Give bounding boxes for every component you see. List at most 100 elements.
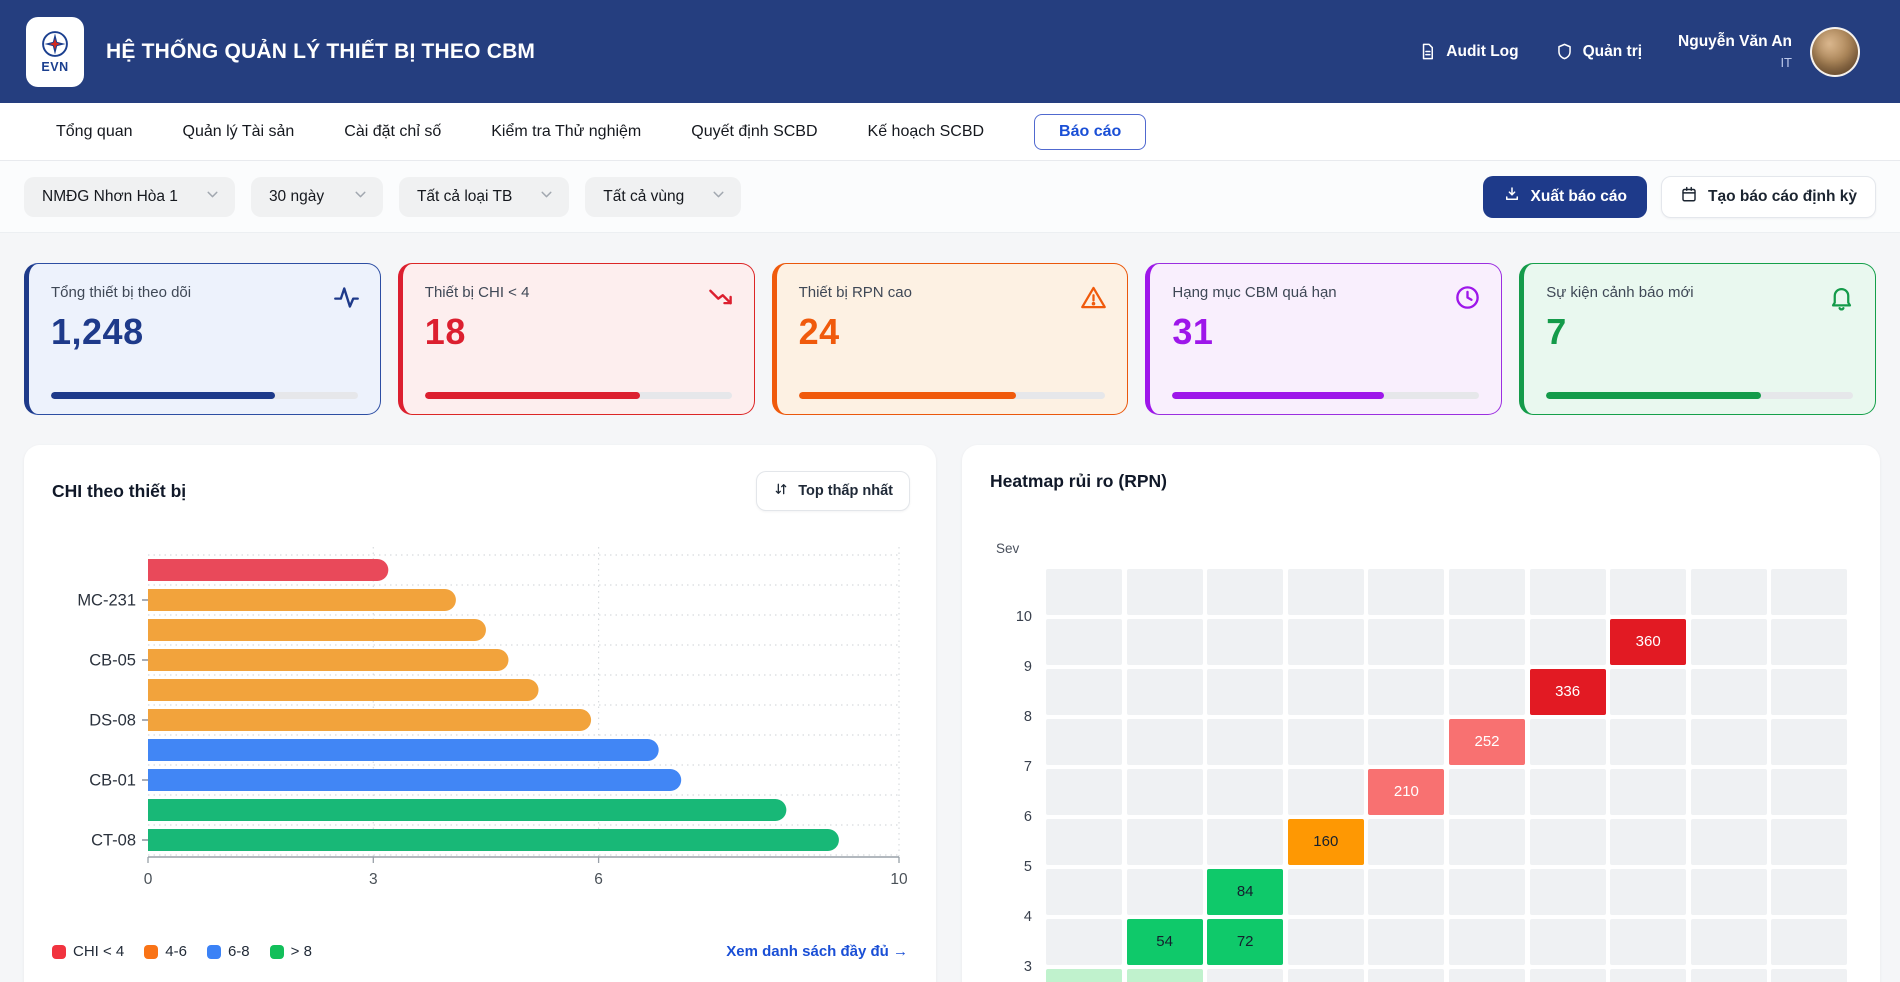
- kpi-cards: Tổng thiết bị theo dõi1,248Thiết bị CHI …: [24, 263, 1876, 415]
- heatmap-cell: [1127, 719, 1203, 765]
- kpi-value: 18: [425, 311, 732, 353]
- rpn-heatmap-panel: Heatmap rủi ro (RPN) Sev 360336252210160…: [962, 445, 1880, 982]
- kpi-label: Thiết bị RPN cao: [799, 284, 1106, 301]
- heatmap-cell: [1530, 869, 1606, 915]
- heatmap-cell: [1771, 569, 1847, 615]
- heatmap-y-tick: 9: [992, 658, 1032, 676]
- heatmap-cell: 160: [1288, 819, 1364, 865]
- heatmap-cell: [1046, 669, 1122, 715]
- heatmap-cell: [1610, 719, 1686, 765]
- heatmap-cell: [1127, 619, 1203, 665]
- heatmap-cell: [1368, 569, 1444, 615]
- heatmap-cell: [1530, 619, 1606, 665]
- heatmap-cell: [1771, 819, 1847, 865]
- kpi-progress-fill: [425, 392, 640, 399]
- heatmap-cell: [1691, 869, 1767, 915]
- tab-tong-quan[interactable]: Tổng quan: [56, 123, 133, 141]
- heatmap-cell: [1610, 969, 1686, 982]
- audit-log-button[interactable]: Audit Log: [1418, 42, 1518, 61]
- bar-segment: [136, 829, 839, 851]
- view-full-list-link[interactable]: Xem danh sách đầy đủ →: [726, 943, 908, 960]
- heatmap-cell: [1207, 669, 1283, 715]
- kpi-progress-fill: [1172, 392, 1384, 399]
- heatmap-y-tick: 5: [992, 858, 1032, 876]
- heatmap-y-tick: 8: [992, 708, 1032, 726]
- heatmap-cell: 54: [1127, 919, 1203, 965]
- clock-icon: [1454, 284, 1481, 311]
- export-report-button[interactable]: Xuất báo cáo: [1483, 176, 1647, 218]
- file-text-icon: [1418, 42, 1437, 61]
- heatmap-cell: [1530, 569, 1606, 615]
- heatmap-cell: [1771, 969, 1847, 982]
- heatmap-cell: [1288, 869, 1364, 915]
- heatmap-cell: [1691, 969, 1767, 982]
- avatar[interactable]: [1810, 27, 1860, 77]
- bar-segment: [136, 559, 388, 581]
- heatmap-cell: [1368, 869, 1444, 915]
- heatmap-panel-header: Heatmap rủi ro (RPN): [962, 445, 1880, 492]
- bell-icon: [1828, 284, 1855, 311]
- filter-select-device-type[interactable]: Tất cả loại TB: [399, 177, 569, 217]
- heatmap-cell: [1610, 569, 1686, 615]
- heatmap-cell: [1449, 969, 1525, 982]
- heatmap-cell: [1127, 569, 1203, 615]
- evn-star-icon: [40, 29, 70, 59]
- heatmap-cell: [1288, 669, 1364, 715]
- bar-segment: [136, 619, 486, 641]
- tab-bao-cao[interactable]: Báo cáo: [1034, 114, 1146, 150]
- legend-swatch: [52, 945, 66, 959]
- alert-triangle-icon: [1080, 284, 1107, 311]
- chi-legend-row: CHI < 44-66-8> 8 Xem danh sách đầy đủ →: [52, 943, 908, 960]
- heatmap-y-tick: 7: [992, 758, 1032, 776]
- svg-text:0: 0: [144, 871, 153, 888]
- kpi-card-high-rpn-devices: Thiết bị RPN cao24: [772, 263, 1129, 415]
- bar-segment: [136, 589, 456, 611]
- tab-cai-dat-chi-so[interactable]: Cài đặt chỉ số: [344, 123, 441, 141]
- heatmap-cell: [1368, 969, 1444, 982]
- heatmap-cell: [1368, 619, 1444, 665]
- heatmap-cell: [1207, 569, 1283, 615]
- activity-icon: [333, 284, 360, 311]
- tab-kiem-tra-thu-nghiem[interactable]: Kiểm tra Thử nghiệm: [491, 123, 641, 141]
- admin-button[interactable]: Quản trị: [1555, 42, 1642, 61]
- heatmap-cell: [1691, 819, 1767, 865]
- tab-quyet-dinh-scbd[interactable]: Quyết định SCBD: [691, 123, 817, 141]
- svg-text:DS-08: DS-08: [89, 712, 136, 730]
- tab-quan-ly-tai-san[interactable]: Quản lý Tài sản: [183, 123, 295, 141]
- filter-select-time-range[interactable]: 30 ngày: [251, 177, 383, 217]
- heatmap-cell: [1449, 619, 1525, 665]
- bar-segment: [136, 679, 539, 701]
- heatmap-cell: [1368, 819, 1444, 865]
- kpi-progress-track: [799, 392, 1106, 399]
- svg-text:3: 3: [369, 871, 378, 888]
- heatmap-cell: [1771, 619, 1847, 665]
- create-scheduled-report-button[interactable]: Tạo báo cáo định kỳ: [1661, 176, 1876, 218]
- heatmap-cell: [1530, 769, 1606, 815]
- chevron-down-icon: [512, 186, 555, 208]
- heatmap-cell: 252: [1449, 719, 1525, 765]
- sort-lowest-button[interactable]: Top thấp nhất: [756, 471, 910, 511]
- dashboard-panels: CHI theo thiết bị Top thấp nhất MC-231CB…: [24, 445, 1876, 982]
- header-actions: Audit Log Quản trị Nguyễn Văn An IT: [1418, 27, 1860, 77]
- heatmap-cell: 84: [1207, 869, 1283, 915]
- legend-label: 6-8: [228, 943, 250, 960]
- heatmap-cell: [1288, 619, 1364, 665]
- heatmap-cell: [1207, 619, 1283, 665]
- legend-label: > 8: [291, 943, 312, 960]
- heatmap-y-tick: 10: [992, 608, 1032, 626]
- filter-select-value: Tất cả vùng: [603, 188, 684, 206]
- bar-segment: [136, 709, 591, 731]
- filter-select-plant[interactable]: NMĐG Nhơn Hòa 1: [24, 177, 235, 217]
- chevron-down-icon: [684, 186, 727, 208]
- heatmap-cell: [1368, 669, 1444, 715]
- heatmap-cell: [1610, 669, 1686, 715]
- heatmap-cell: [1288, 569, 1364, 615]
- tab-ke-hoach-scbd[interactable]: Kế hoạch SCBD: [868, 123, 985, 141]
- heatmap-cell: [1288, 719, 1364, 765]
- evn-logo: EVN: [26, 17, 84, 87]
- heatmap-cell: [1530, 969, 1606, 982]
- kpi-value: 1,248: [51, 311, 358, 353]
- heatmap-cell: [1449, 819, 1525, 865]
- kpi-label: Thiết bị CHI < 4: [425, 284, 732, 301]
- filter-select-region[interactable]: Tất cả vùng: [585, 177, 741, 217]
